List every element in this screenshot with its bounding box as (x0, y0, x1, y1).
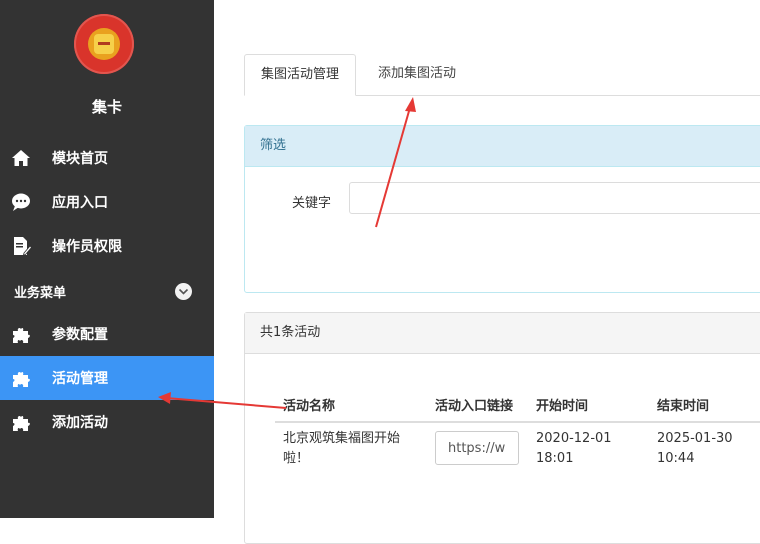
activity-start-time: 2020-12-01 18:01 (536, 431, 612, 466)
tab-activity-management[interactable]: 集图活动管理 (244, 54, 357, 96)
sidebar: 集卡 模块首页 应用入口 操作员权限 业务菜单 参数配置 活动管理 添加活动 (0, 0, 214, 518)
home-icon (12, 150, 30, 166)
business-menu-title: 业务菜单 (14, 286, 67, 301)
filter-panel-title: 筛选 (245, 126, 760, 167)
column-header-name: 活动名称 (283, 399, 336, 414)
sidebar-item-label: 参数配置 (52, 327, 108, 343)
sidebar-item-label: 添加活动 (52, 415, 108, 431)
keyword-input[interactable] (349, 182, 760, 214)
activity-name: 北京观筑集福图开始 啦！ (283, 431, 401, 466)
app-logo (74, 14, 134, 74)
comment-icon (12, 193, 30, 211)
activity-count-title: 共1条活动 (245, 313, 760, 354)
sidebar-item-parameter-config[interactable]: 参数配置 (0, 312, 214, 356)
document-edit-icon (14, 237, 32, 256)
business-menu-toggle[interactable] (175, 283, 192, 300)
filter-panel: 筛选 关键字 (244, 125, 760, 293)
sidebar-item-label: 应用入口 (52, 195, 108, 211)
sidebar-item-label: 模块首页 (52, 151, 108, 167)
keyword-label: 关键字 (292, 196, 332, 211)
tab-add-activity[interactable]: 添加集图活动 (362, 54, 472, 94)
app-name: 集卡 (91, 98, 122, 116)
sidebar-item-app-entry[interactable]: 应用入口 (0, 180, 214, 224)
sidebar-item-label: 活动管理 (52, 371, 108, 387)
puzzle-icon (13, 327, 30, 343)
column-header-end: 结束时间 (657, 399, 710, 414)
tab-bar: 集图活动管理 添加集图活动 (244, 54, 760, 96)
column-header-link: 活动入口链接 (435, 399, 514, 414)
puzzle-icon (13, 371, 30, 387)
sidebar-item-activity-management[interactable]: 活动管理 (0, 356, 214, 400)
table-header-divider (275, 421, 760, 423)
activity-end-time: 2025-01-30 10:44 (657, 431, 733, 466)
sidebar-item-home[interactable]: 模块首页 (0, 136, 214, 180)
puzzle-icon (13, 415, 30, 431)
sidebar-item-label: 操作员权限 (52, 239, 122, 255)
activity-link-field[interactable] (435, 431, 519, 465)
chevron-down-icon (178, 288, 189, 295)
sidebar-item-add-activity[interactable]: 添加活动 (0, 400, 214, 444)
sidebar-item-operator-permissions[interactable]: 操作员权限 (0, 224, 214, 268)
activity-list-panel: 共1条活动 活动名称 活动入口链接 开始时间 结束时间 北京观筑集福图开始 啦！… (244, 312, 760, 544)
column-header-start: 开始时间 (536, 399, 589, 414)
